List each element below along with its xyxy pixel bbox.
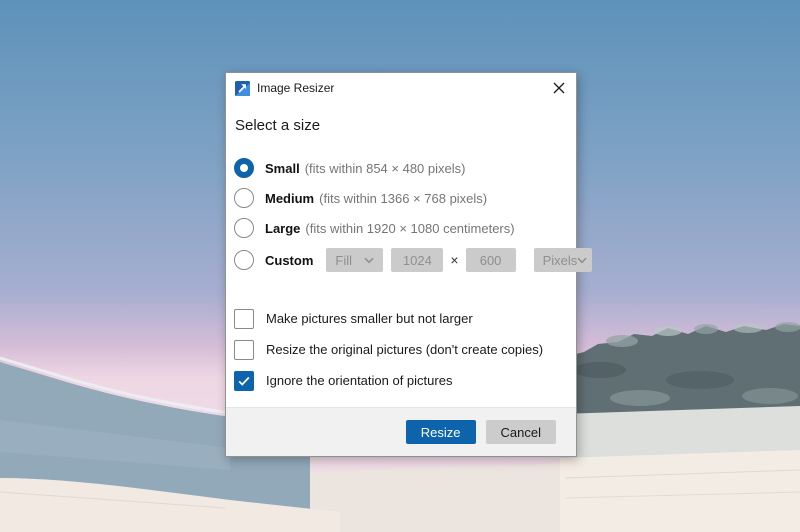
- fit-dropdown[interactable]: Fill: [326, 248, 383, 272]
- option-description: (fits within 1920 × 1080 centimeters): [305, 221, 514, 236]
- close-icon: [553, 82, 565, 94]
- option-description: (fits within 1366 × 768 pixels): [319, 191, 487, 206]
- checkbox-label: Resize the original pictures (don't crea…: [266, 342, 543, 357]
- fit-dropdown-value: Fill: [335, 253, 352, 268]
- dialog-footer: Resize Cancel: [226, 407, 576, 456]
- checkbox-make-smaller[interactable]: [234, 309, 254, 329]
- dialog-heading: Select a size: [235, 117, 576, 134]
- chevron-down-icon: [364, 257, 374, 264]
- checkbox-row-make-smaller[interactable]: Make pictures smaller but not larger: [234, 308, 576, 329]
- unit-dropdown[interactable]: Pixels: [534, 248, 592, 272]
- custom-width-input[interactable]: 1024: [391, 248, 443, 272]
- chevron-down-icon: [577, 257, 587, 264]
- checkbox-row-resize-originals[interactable]: Resize the original pictures (don't crea…: [234, 339, 576, 360]
- desktop: Image Resizer Select a size Small (fits …: [0, 0, 800, 532]
- cancel-button[interactable]: Cancel: [486, 420, 556, 444]
- option-label: Medium: [265, 191, 314, 206]
- image-resizer-dialog: Image Resizer Select a size Small (fits …: [225, 72, 577, 457]
- checkbox-ignore-orientation[interactable]: [234, 371, 254, 391]
- radio-option-custom[interactable]: Custom Fill 1024 × 600 Pixels: [234, 248, 576, 272]
- option-label: Large: [265, 221, 300, 236]
- radio-option-large[interactable]: Large (fits within 1920 × 1080 centimete…: [234, 218, 576, 238]
- dialog-titlebar: Image Resizer: [226, 73, 576, 103]
- checkbox-row-ignore-orientation[interactable]: Ignore the orientation of pictures: [234, 370, 576, 391]
- resize-settings: Make pictures smaller but not larger Res…: [234, 308, 576, 391]
- radio-button-large[interactable]: [234, 218, 254, 238]
- checkbox-label: Ignore the orientation of pictures: [266, 373, 452, 388]
- option-label: Custom: [265, 253, 313, 268]
- radio-option-small[interactable]: Small (fits within 854 × 480 pixels): [234, 158, 576, 178]
- multiply-label: ×: [450, 252, 458, 268]
- option-description: (fits within 854 × 480 pixels): [305, 161, 466, 176]
- radio-option-medium[interactable]: Medium (fits within 1366 × 768 pixels): [234, 188, 576, 208]
- custom-height-input[interactable]: 600: [466, 248, 516, 272]
- dialog-title: Image Resizer: [257, 81, 334, 95]
- size-options: Small (fits within 854 × 480 pixels) Med…: [234, 158, 576, 272]
- close-button[interactable]: [542, 73, 576, 103]
- image-resizer-icon: [235, 81, 250, 96]
- check-icon: [237, 374, 251, 388]
- unit-dropdown-value: Pixels: [543, 253, 578, 268]
- checkbox-resize-originals[interactable]: [234, 340, 254, 360]
- radio-button-custom[interactable]: [234, 250, 254, 270]
- radio-button-small[interactable]: [234, 158, 254, 178]
- resize-button[interactable]: Resize: [406, 420, 476, 444]
- radio-button-medium[interactable]: [234, 188, 254, 208]
- option-label: Small: [265, 161, 300, 176]
- checkbox-label: Make pictures smaller but not larger: [266, 311, 473, 326]
